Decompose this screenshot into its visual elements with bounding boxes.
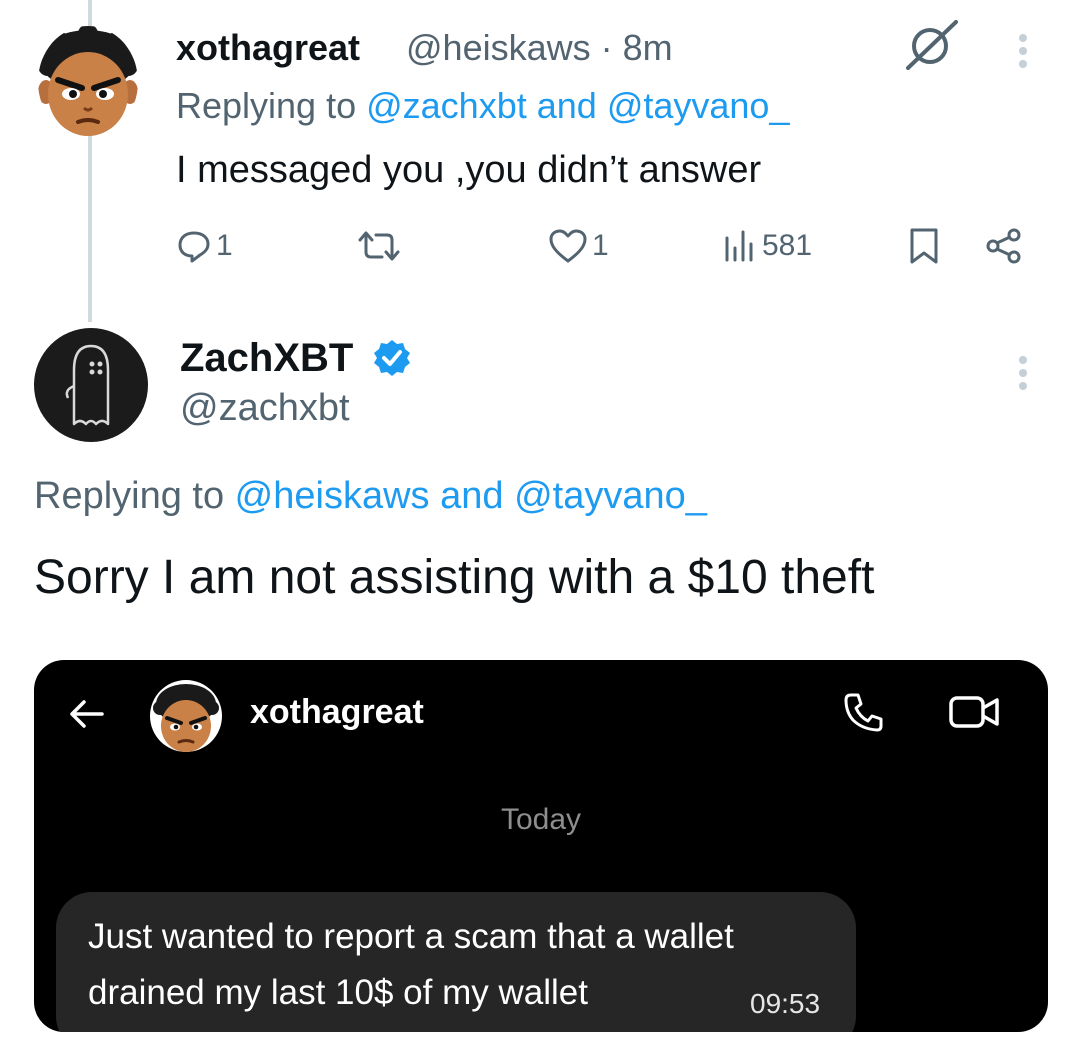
mention-and: and [429,475,515,517]
retweet-button[interactable] [356,224,402,268]
tweet2-author-name[interactable]: ZachXBT [180,334,353,382]
replying-label: Replying to [176,85,367,126]
tweet2-replying-to: Replying to @heiskaws and @tayvano_ [34,472,707,520]
message-line-2: drained my last 10$ of my wallet [88,973,588,1012]
bookmark-button[interactable] [908,224,940,268]
reply-count: 1 [216,229,233,262]
mention-and: and [526,85,607,126]
date-divider: Today [500,803,582,836]
cartoon-avatar-icon [38,26,138,136]
views-button[interactable]: 581 [722,224,812,268]
mention-link[interactable]: @tayvano_ [607,85,790,126]
reply-icon [178,231,210,263]
share-button[interactable] [984,224,1024,268]
views-icon [725,230,753,262]
bookmark-icon [910,228,938,264]
like-count: 1 [592,229,609,262]
ghost-avatar-icon [65,344,110,426]
verified-badge-icon [372,338,412,378]
mention-link[interactable]: @heiskaws [235,475,430,517]
tweet1-handle-time[interactable]: @heiskaws · 8m [406,26,673,70]
tweet2-handle[interactable]: @zachxbt [180,384,350,432]
message-time: 09:53 [750,988,821,1019]
back-arrow-icon [66,696,106,732]
avatar-xothagreat[interactable] [38,26,138,138]
message-line-1: Just wanted to report a scam that a wall… [88,917,734,956]
tweet2-more-icon[interactable] [1018,356,1028,390]
avatar-zachxbt[interactable] [34,328,148,442]
dm-contact-avatar [150,680,222,752]
message-bubble: Just wanted to report a scam that a wall… [56,892,856,1032]
reply-button[interactable]: 1 [176,224,233,268]
replying-label: Replying to [34,475,235,517]
tweet1-author-name[interactable]: xothagreat [176,26,360,70]
tweet1-text: I messaged you ,you didn’t answer [176,149,762,191]
tweet1-replying-to: Replying to @zachxbt and @tayvano_ [176,84,789,128]
cartoon-avatar-icon [153,684,219,752]
like-icon [549,229,587,263]
video-call-icon [948,692,1002,732]
mention-link[interactable]: @tayvano_ [514,475,707,517]
tweet1-more-icon[interactable] [1018,34,1028,68]
tweet2-text: Sorry I am not assisting with a $10 thef… [34,551,875,604]
like-button[interactable]: 1 [548,224,609,268]
dm-contact-name: xothagreat [250,693,424,731]
phone-icon [842,690,886,734]
attached-screenshot[interactable]: xothagreat Today Just wanted to report a… [34,660,1048,1032]
views-count: 581 [762,229,813,262]
share-icon [986,228,1021,264]
mention-link[interactable]: @zachxbt [366,85,527,126]
retweet-icon [358,231,400,261]
grok-icon[interactable] [902,18,962,70]
